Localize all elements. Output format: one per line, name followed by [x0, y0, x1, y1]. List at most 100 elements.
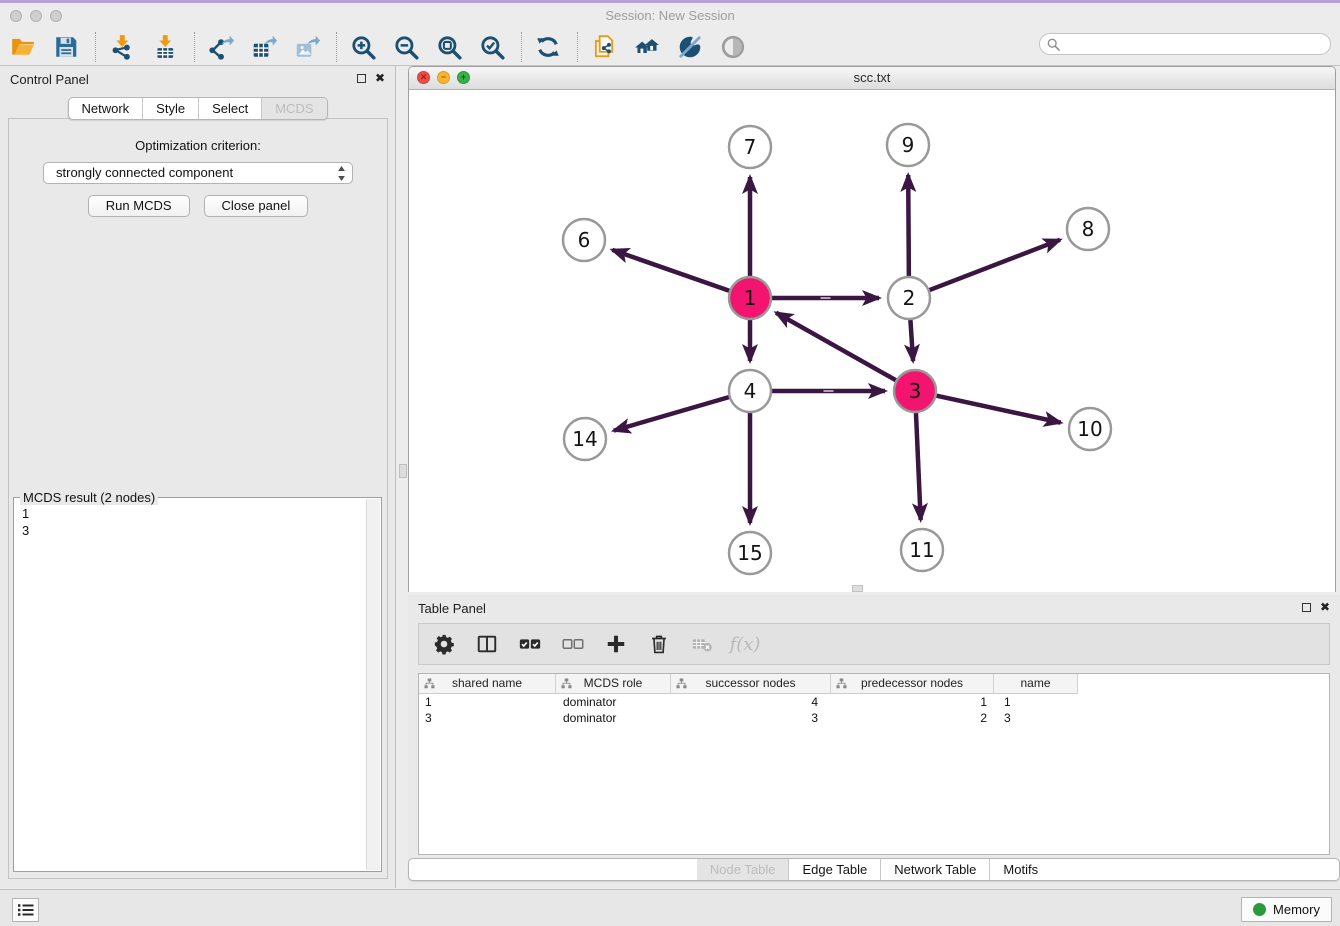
table-cell[interactable]: 4 [671, 694, 831, 710]
export-network-icon[interactable] [207, 33, 234, 60]
close-network-button[interactable]: ✕ [417, 71, 430, 84]
deselect-all-icon[interactable] [561, 632, 585, 656]
main-titlebar: Session: New Session [0, 3, 1340, 28]
add-column-icon[interactable] [604, 632, 628, 656]
import-table-icon[interactable] [151, 33, 178, 60]
gear-icon[interactable] [432, 632, 456, 656]
control-panel-tabs: NetworkStyleSelectMCDS [67, 97, 327, 120]
column-header-name[interactable]: name [994, 674, 1078, 693]
tab-style[interactable]: Style [143, 98, 199, 119]
control-panel-title: Control Panel [10, 72, 89, 87]
close-window-button[interactable] [10, 10, 22, 22]
table-cell[interactable]: 3 [994, 710, 1078, 726]
minimize-network-button[interactable]: − [437, 71, 450, 84]
table-cell[interactable]: 1 [831, 694, 994, 710]
table-cell[interactable]: 3 [671, 710, 831, 726]
column-header-successor-nodes[interactable]: successor nodes [671, 674, 831, 693]
close-table-panel-icon[interactable]: ✖ [1320, 602, 1330, 613]
zoom-out-icon[interactable] [392, 33, 419, 60]
result-scrollbar[interactable] [366, 499, 380, 870]
table-cell[interactable]: dominator [556, 710, 671, 726]
tab-network-table[interactable]: Network Table [881, 859, 990, 880]
panel-splitter-knob[interactable] [399, 464, 407, 478]
search-field[interactable] [1039, 33, 1331, 55]
maximize-network-button[interactable]: + [457, 71, 470, 84]
criterion-dropdown[interactable]: strongly connected component [43, 162, 353, 184]
tab-mcds[interactable]: MCDS [262, 98, 326, 119]
edge-2-9[interactable] [908, 175, 909, 276]
column-header-mcds-role[interactable]: MCDS role [556, 674, 671, 693]
canvas-resize-knob[interactable] [852, 585, 863, 592]
table-cell[interactable]: 1 [994, 694, 1078, 710]
control-panel-header: Control Panel ✖ [0, 66, 395, 93]
memory-status-dot [1253, 903, 1266, 916]
node-label-4: 4 [744, 379, 757, 403]
table-row[interactable]: 1dominator411 [419, 694, 1078, 710]
status-bar: Memory [0, 889, 1340, 926]
optimization-criterion-label: Optimization criterion: [9, 138, 387, 153]
tab-network[interactable]: Network [68, 98, 143, 119]
node-label-11: 11 [909, 538, 934, 562]
criterion-dropdown-value: strongly connected component [44, 163, 352, 183]
table-cell[interactable]: 2 [831, 710, 994, 726]
save-session-icon[interactable] [52, 33, 79, 60]
edge-2-8[interactable] [930, 240, 1060, 290]
style-details-icon[interactable] [676, 33, 703, 60]
close-panel-button[interactable]: Close panel [204, 195, 309, 217]
edge-3-1[interactable] [776, 313, 896, 380]
edge-1-6[interactable] [612, 250, 729, 291]
tab-select[interactable]: Select [199, 98, 262, 119]
table-cell[interactable]: dominator [556, 694, 671, 710]
birds-eye-icon[interactable] [719, 33, 746, 60]
search-input[interactable] [1064, 36, 1330, 53]
zoom-fit-icon[interactable] [435, 33, 462, 60]
edge-2-3[interactable] [910, 320, 913, 361]
zoom-window-button[interactable] [50, 10, 62, 22]
tab-motifs[interactable]: Motifs [990, 859, 1051, 880]
table-panel-title: Table Panel [418, 601, 486, 616]
table-cell[interactable]: 1 [419, 694, 556, 710]
column-tree-icon [424, 678, 435, 692]
copy-network-icon[interactable] [590, 33, 617, 60]
delete-column-icon[interactable] [647, 632, 671, 656]
float-table-panel-icon[interactable] [1302, 603, 1311, 612]
table-body: 1dominator4113dominator323 [419, 694, 1329, 726]
task-history-button[interactable] [12, 898, 39, 922]
table-row[interactable]: 3dominator323 [419, 710, 1078, 726]
home-icon[interactable] [633, 33, 660, 60]
edge-3-11[interactable] [916, 413, 921, 520]
open-file-icon[interactable] [9, 33, 36, 60]
tab-edge-table[interactable]: Edge Table [789, 859, 881, 880]
application-window: Session: New Session Control Panel ✖ Net… [0, 0, 1340, 926]
close-panel-icon[interactable]: ✖ [375, 73, 385, 84]
network-canvas[interactable]: 7968124314101511 [409, 90, 1335, 592]
column-header-shared-name[interactable]: shared name [419, 674, 556, 693]
edge-3-10[interactable] [936, 396, 1060, 423]
refresh-layout-icon[interactable] [534, 33, 561, 60]
minimize-window-button[interactable] [30, 10, 42, 22]
zoom-in-icon[interactable] [349, 33, 376, 60]
run-mcds-button[interactable]: Run MCDS [88, 195, 190, 217]
zoom-selected-icon[interactable] [478, 33, 505, 60]
export-image-icon[interactable] [293, 33, 320, 60]
columns-icon[interactable] [475, 632, 499, 656]
edge-4-14[interactable] [614, 397, 729, 430]
table-cell[interactable]: 3 [419, 710, 556, 726]
tab-node-table[interactable]: Node Table [697, 859, 790, 880]
network-graph[interactable]: 7968124314101511 [409, 90, 1335, 592]
mcds-result-text[interactable]: 13 [15, 502, 366, 870]
column-tree-icon [836, 678, 847, 692]
float-panel-icon[interactable] [357, 74, 366, 83]
window-controls [10, 10, 62, 22]
import-network-icon[interactable] [108, 33, 135, 60]
select-all-icon[interactable] [518, 632, 542, 656]
node-table[interactable]: shared nameMCDS rolesuccessor nodesprede… [418, 673, 1330, 855]
delete-table-icon [690, 632, 714, 656]
network-window-titlebar[interactable]: ✕ − + scc.txt [409, 67, 1335, 90]
column-header-predecessor-nodes[interactable]: predecessor nodes [831, 674, 994, 693]
export-table-icon[interactable] [250, 33, 277, 60]
memory-button[interactable]: Memory [1241, 897, 1332, 922]
network-window-controls: ✕ − + [417, 71, 470, 84]
toolbar-separator [194, 32, 195, 62]
memory-label: Memory [1273, 902, 1320, 917]
